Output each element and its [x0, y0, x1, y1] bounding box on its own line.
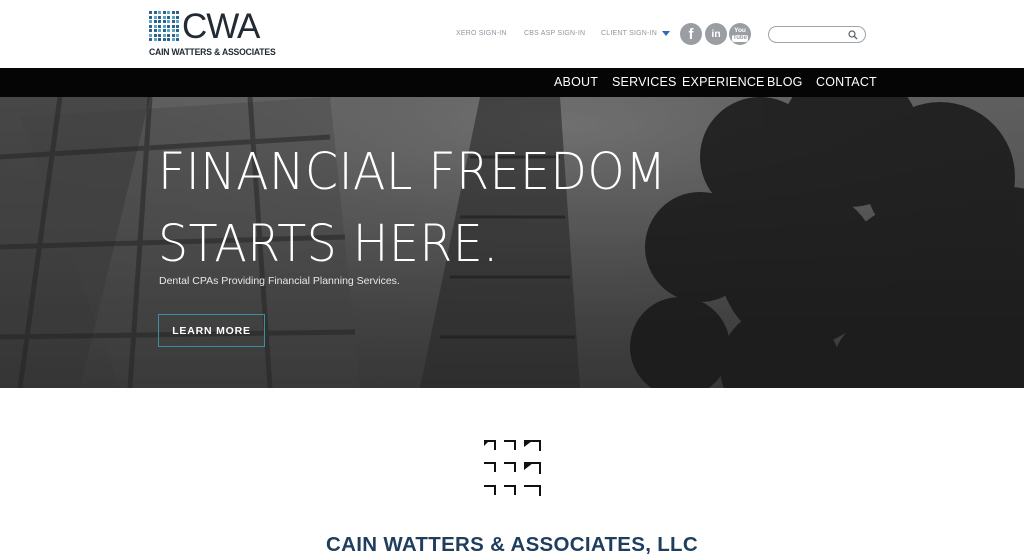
nav-item-experience[interactable]: EXPERIENCE — [682, 75, 765, 89]
dropdown-caret-icon[interactable] — [662, 31, 670, 36]
nav-item-about[interactable]: ABOUT — [554, 75, 598, 89]
hero-title: FINANCIAL FREEDOM STARTS HERE. — [158, 137, 667, 281]
main-nav: ABOUT SERVICES EXPERIENCE BLOG CONTACT — [0, 68, 1024, 97]
nav-item-contact[interactable]: CONTACT — [816, 75, 877, 89]
search-box — [768, 26, 866, 43]
search-input[interactable] — [775, 28, 847, 41]
hero-title-line-2: STARTS HERE. — [158, 215, 499, 274]
xero-signin-link[interactable]: XERO SIGN-IN — [456, 30, 507, 37]
hero-banner: FINANCIAL FREEDOM STARTS HERE. Dental CP… — [0, 97, 1024, 388]
cwa-logo-dots-icon — [149, 11, 181, 43]
linkedin-icon[interactable]: in — [705, 23, 727, 45]
search-icon[interactable] — [848, 30, 858, 40]
hero-subtitle: Dental CPAs Providing Financial Planning… — [159, 275, 400, 287]
facebook-icon[interactable]: f — [680, 23, 702, 45]
brand-corner-grid-icon — [484, 440, 541, 496]
logo-subtitle: CAIN WATTERS & ASSOCIATES — [149, 46, 276, 57]
nav-item-blog[interactable]: BLOG — [767, 75, 803, 89]
site-header: CWA CAIN WATTERS & ASSOCIATES XERO SIGN-… — [0, 0, 1024, 68]
hero-title-line-1: FINANCIAL FREEDOM — [158, 143, 667, 202]
company-name-heading: CAIN WATTERS & ASSOCIATES, LLC — [326, 533, 698, 554]
learn-more-button[interactable]: LEARN MORE — [158, 314, 265, 347]
youtube-icon[interactable]: You Tube — [729, 23, 751, 45]
cbs-asp-signin-link[interactable]: CBS ASP SIGN-IN — [524, 30, 585, 37]
logo-wordmark: CWA — [182, 7, 260, 46]
youtube-glyph-top: You — [734, 26, 746, 34]
nav-item-services[interactable]: SERVICES — [612, 75, 677, 89]
client-signin-link[interactable]: CLIENT SIGN-IN — [601, 30, 657, 37]
youtube-glyph-bottom: Tube — [732, 34, 748, 42]
site-logo[interactable]: CWA CAIN WATTERS & ASSOCIATES — [149, 7, 276, 58]
